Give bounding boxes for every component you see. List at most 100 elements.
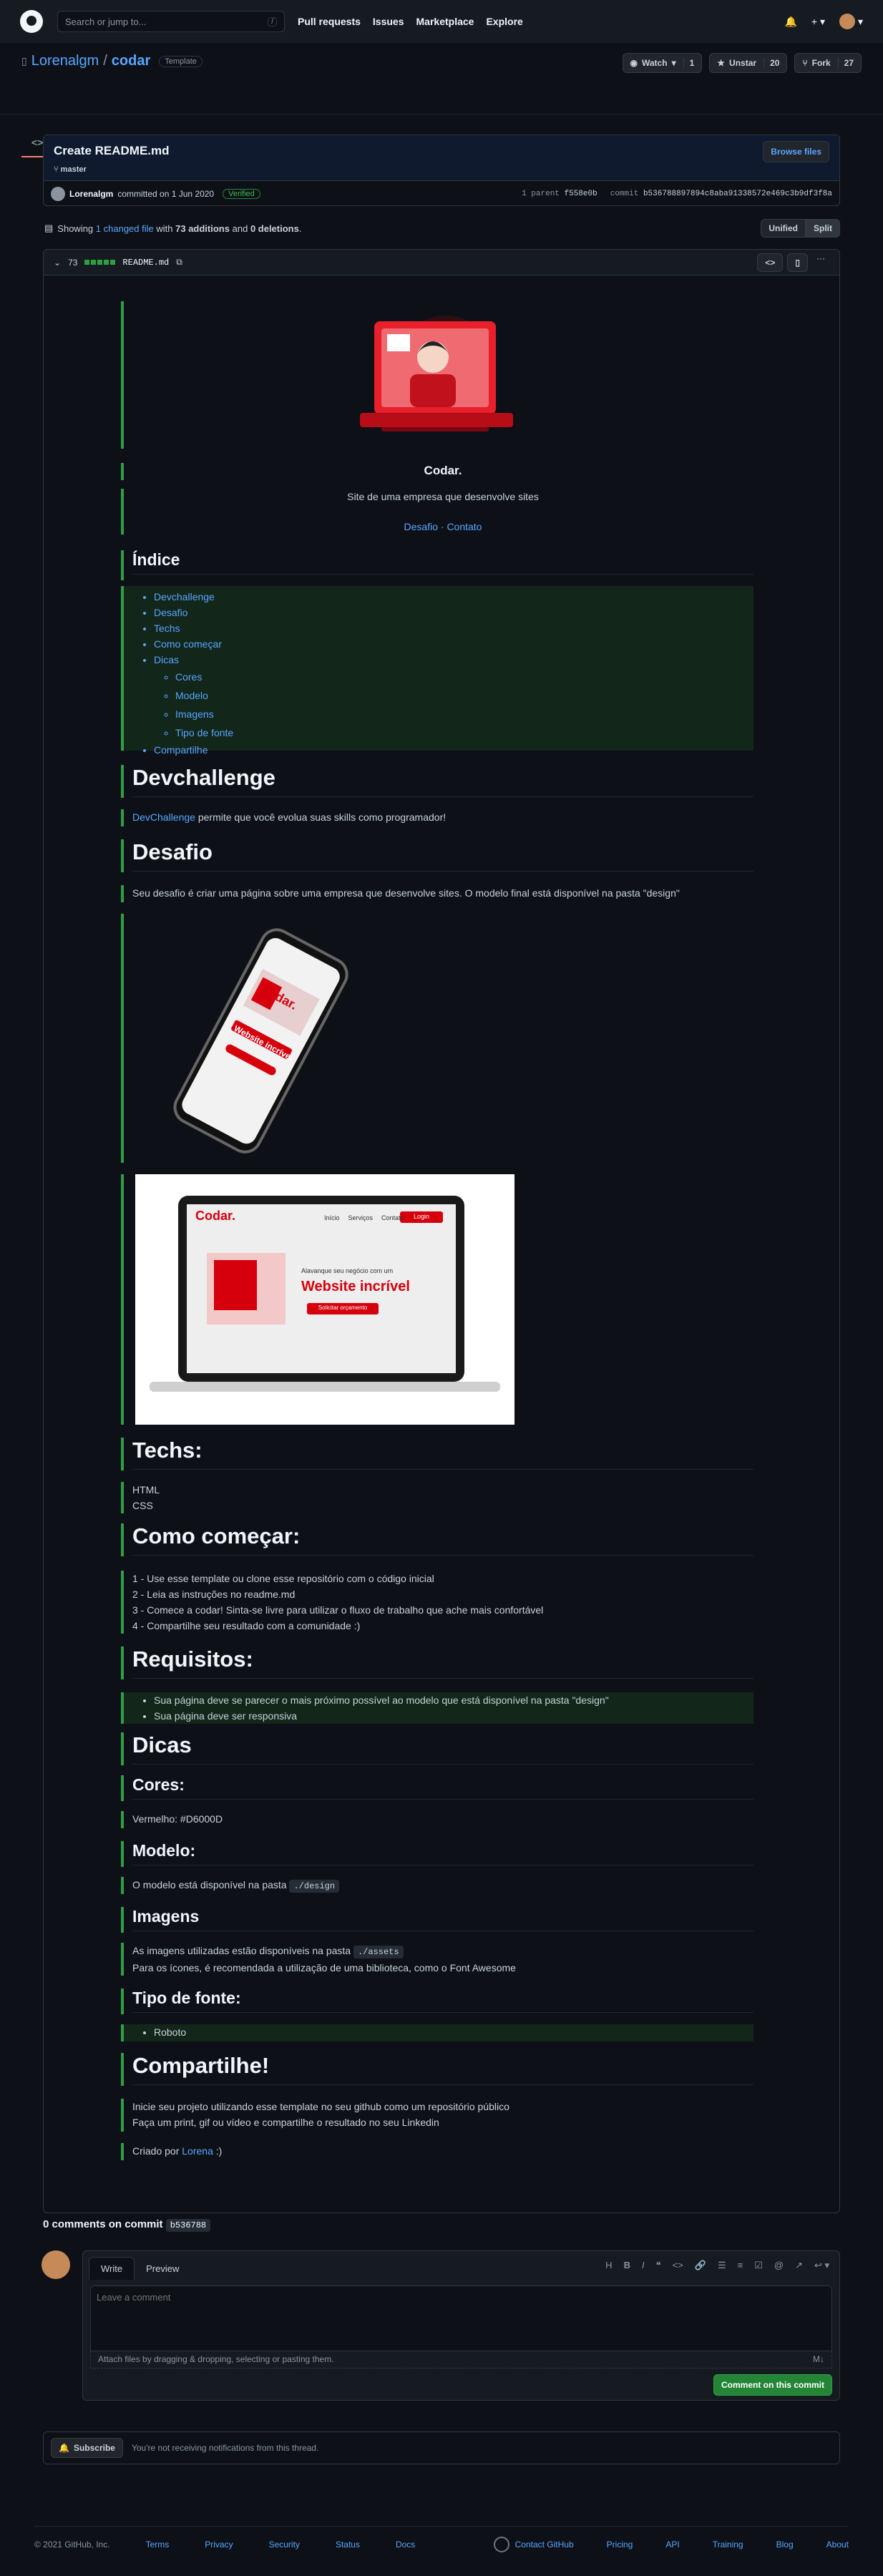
watch-count: 1: [683, 58, 694, 68]
toc-block: Devchallenge Desafio Techs Como começar …: [121, 586, 753, 756]
fonte-block: Roboto: [121, 2024, 753, 2041]
nav-issues[interactable]: Issues: [373, 16, 404, 27]
github-logo-icon[interactable]: [20, 10, 43, 33]
browse-files-button[interactable]: Browse files: [763, 141, 829, 162]
plus-icon[interactable]: + ▾: [811, 16, 825, 28]
task-list-icon[interactable]: ☑: [754, 2260, 763, 2271]
readme-title: Codar.: [424, 464, 462, 477]
subscribe-note: You're not receiving notifications from …: [131, 2443, 319, 2453]
heading-icon[interactable]: H: [605, 2260, 612, 2271]
code-icon[interactable]: <>: [673, 2260, 683, 2271]
branch-icon: ⑂: [54, 165, 59, 174]
footer-privacy[interactable]: Privacy: [205, 2540, 233, 2550]
nav-marketplace[interactable]: Marketplace: [416, 16, 474, 27]
toc-compartilhe[interactable]: Compartilhe: [154, 744, 208, 756]
footer-training[interactable]: Training: [713, 2540, 743, 2550]
devchallenge-link[interactable]: DevChallenge: [132, 811, 195, 823]
toc-como-comecar[interactable]: Como começar: [154, 638, 222, 650]
bell-icon[interactable]: 🔔: [784, 16, 796, 28]
watch-button[interactable]: ◉ Watch ▾ 1: [622, 53, 703, 73]
subscribe-button[interactable]: 🔔 Subscribe: [51, 2438, 123, 2458]
footer-contact[interactable]: Contact GitHub: [515, 2540, 574, 2550]
repo-name-link[interactable]: codar: [112, 53, 150, 69]
source-diff-icon[interactable]: <>: [757, 253, 784, 272]
rich-diff-icon[interactable]: ▯: [787, 253, 808, 272]
italic-icon[interactable]: I: [642, 2260, 645, 2271]
footer-pricing[interactable]: Pricing: [607, 2540, 633, 2550]
comment-submit-button[interactable]: Comment on this commit: [713, 2374, 832, 2396]
laptop-mockup-block: Codar. Início Serviços Contato Login Ala…: [121, 1174, 753, 1425]
branch-name[interactable]: master: [61, 165, 87, 174]
readme-subtitle-block: Site de uma empresa que desenvolve sites…: [121, 489, 753, 535]
footer-about[interactable]: About: [826, 2540, 849, 2550]
unified-button[interactable]: Unified: [761, 219, 806, 238]
toc-dicas[interactable]: Dicas: [154, 654, 179, 665]
imagens-heading: Imagens: [132, 1907, 753, 1931]
toc-tipo-de-fonte[interactable]: Tipo de fonte: [175, 727, 233, 738]
bullet-list-icon[interactable]: ☰: [718, 2260, 726, 2271]
chevron-down-icon[interactable]: ⌄: [54, 258, 61, 268]
preview-tab[interactable]: Preview: [135, 2258, 190, 2280]
commit-box: Create README.md ⑂ master Browse files L…: [43, 135, 840, 206]
subscribe-label: Subscribe: [73, 2443, 115, 2453]
footer-terms[interactable]: Terms: [146, 2540, 170, 2550]
comments-title: 0 comments on commit b536788: [43, 2218, 211, 2232]
footer-api[interactable]: API: [665, 2540, 679, 2550]
bold-icon[interactable]: B: [624, 2260, 630, 2271]
file-diff-icon: ▤: [44, 223, 54, 233]
comments-title-text: 0 comments on commit: [43, 2218, 163, 2230]
cross-reference-icon[interactable]: ↗: [795, 2260, 803, 2271]
changed-files-link[interactable]: 1 changed file: [96, 223, 154, 234]
criado-block: Criado por Lorena :): [121, 2143, 753, 2160]
more-options-icon[interactable]: ···: [812, 253, 829, 272]
file-name[interactable]: README.md: [122, 258, 169, 268]
reply-icon[interactable]: ↩ ▾: [814, 2260, 829, 2271]
author-name[interactable]: Lorenalgm: [69, 189, 113, 199]
avatar: [839, 14, 855, 29]
footer-security[interactable]: Security: [269, 2540, 300, 2550]
user-menu[interactable]: ▾: [839, 14, 863, 29]
verified-badge[interactable]: Verified: [223, 189, 260, 199]
write-tab[interactable]: Write: [89, 2257, 135, 2280]
link-icon[interactable]: 🔗: [695, 2260, 706, 2271]
github-mark-icon[interactable]: [494, 2536, 510, 2552]
nav-explore[interactable]: Explore: [486, 16, 522, 27]
parent-hash-link[interactable]: f558e0b: [565, 190, 597, 198]
markdown-icon: M↓: [813, 2354, 824, 2364]
author-link[interactable]: Lorena: [182, 2145, 213, 2157]
fonte-heading: Tipo de fonte:: [132, 1989, 753, 2013]
toc-cores[interactable]: Cores: [175, 671, 202, 683]
fork-icon: ⑂: [802, 58, 808, 68]
nav-pull-requests[interactable]: Pull requests: [298, 16, 361, 27]
comment-textarea[interactable]: [90, 2285, 832, 2351]
summary-with: with: [156, 223, 173, 234]
footer-docs[interactable]: Docs: [396, 2540, 415, 2550]
footer-blog[interactable]: Blog: [776, 2540, 794, 2550]
numbered-list-icon[interactable]: ≡: [738, 2260, 743, 2271]
fork-button[interactable]: ⑂ Fork 27: [794, 53, 862, 73]
split-button[interactable]: Split: [806, 219, 840, 238]
comments-commit-hash: b536788: [165, 2219, 211, 2232]
desafio-link[interactable]: Desafio: [404, 521, 438, 532]
compartilhe-text-2: Faça um print, gif ou vídeo e compartilh…: [132, 2117, 439, 2128]
author-avatar[interactable]: [51, 187, 65, 201]
cores-block: Vermelho: #D6000D: [121, 1811, 753, 1828]
search-input[interactable]: Search or jump to... /: [57, 11, 285, 32]
unstar-button[interactable]: ★ Unstar 20: [709, 53, 788, 73]
contato-link[interactable]: Contato: [447, 521, 482, 532]
copy-icon[interactable]: ⧉: [176, 257, 182, 268]
toc-imagens[interactable]: Imagens: [175, 708, 214, 720]
mention-icon[interactable]: @: [774, 2260, 784, 2271]
toc-devchallenge[interactable]: Devchallenge: [154, 591, 215, 602]
toc-techs[interactable]: Techs: [154, 623, 180, 634]
quote-icon[interactable]: ❝: [656, 2260, 661, 2271]
toc-desafio[interactable]: Desafio: [154, 607, 187, 618]
steps-block: 1 - Use esse template ou clone esse repo…: [121, 1571, 753, 1634]
compartilhe-heading-block: Compartilhe!: [121, 2053, 753, 2086]
repo-owner-link[interactable]: Lorenalgm: [31, 53, 99, 69]
attach-files-bar[interactable]: Attach files by dragging & dropping, sel…: [90, 2351, 832, 2368]
footer-status[interactable]: Status: [336, 2540, 360, 2550]
file-header: ⌄ 73 README.md ⧉ <> ▯ ···: [44, 250, 839, 275]
cores-heading-block: Cores:: [121, 1775, 753, 1801]
toc-modelo[interactable]: Modelo: [175, 690, 208, 701]
